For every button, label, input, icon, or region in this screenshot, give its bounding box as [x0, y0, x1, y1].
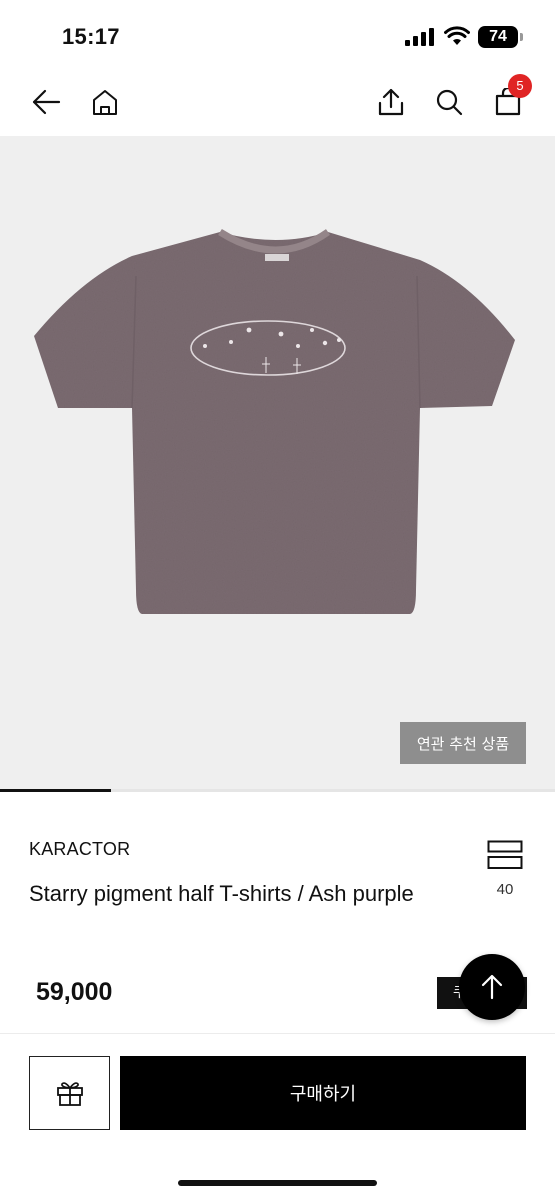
scroll-to-top-button[interactable] [459, 954, 525, 1020]
home-indicator [178, 1180, 377, 1186]
gift-button[interactable] [29, 1056, 110, 1130]
bookmark-icon [487, 840, 523, 869]
home-icon [93, 90, 117, 115]
like-count: 40 [496, 881, 514, 898]
battery-icon: 74 [478, 26, 523, 48]
signal-icon [405, 28, 434, 46]
battery-level: 74 [489, 28, 507, 45]
search-button[interactable] [429, 82, 469, 122]
related-products-button[interactable]: 연관 추천 상품 [400, 722, 526, 764]
t-shirt-image [34, 229, 515, 614]
arrow-up-icon [481, 974, 503, 1000]
cart-button[interactable]: 5 [488, 74, 532, 122]
share-icon [378, 88, 404, 116]
product-price: 59,000 [36, 978, 113, 1006]
wifi-icon [444, 26, 470, 45]
product-image[interactable] [0, 136, 555, 789]
brand-name[interactable]: KARACTOR [29, 839, 130, 860]
gift-icon [56, 1082, 83, 1106]
product-title: Starry pigment half T-shirts / Ash purpl… [29, 881, 414, 906]
search-icon [436, 89, 463, 116]
image-progress-fill [0, 789, 111, 792]
buy-button[interactable]: 구매하기 [120, 1056, 526, 1130]
image-progress-bar [0, 789, 555, 792]
back-arrow-icon [32, 89, 61, 115]
share-button[interactable] [371, 82, 411, 122]
cart-count-badge: 5 [508, 74, 532, 98]
status-time: 15:17 [62, 24, 120, 49]
home-button[interactable] [85, 82, 125, 122]
divider [0, 1033, 555, 1034]
back-button[interactable] [26, 82, 66, 122]
like-button[interactable]: 40 [484, 840, 526, 898]
status-bar: 15:17 74 [0, 0, 555, 68]
nav-bar: 5 [0, 68, 555, 136]
shirt-body [34, 232, 515, 614]
